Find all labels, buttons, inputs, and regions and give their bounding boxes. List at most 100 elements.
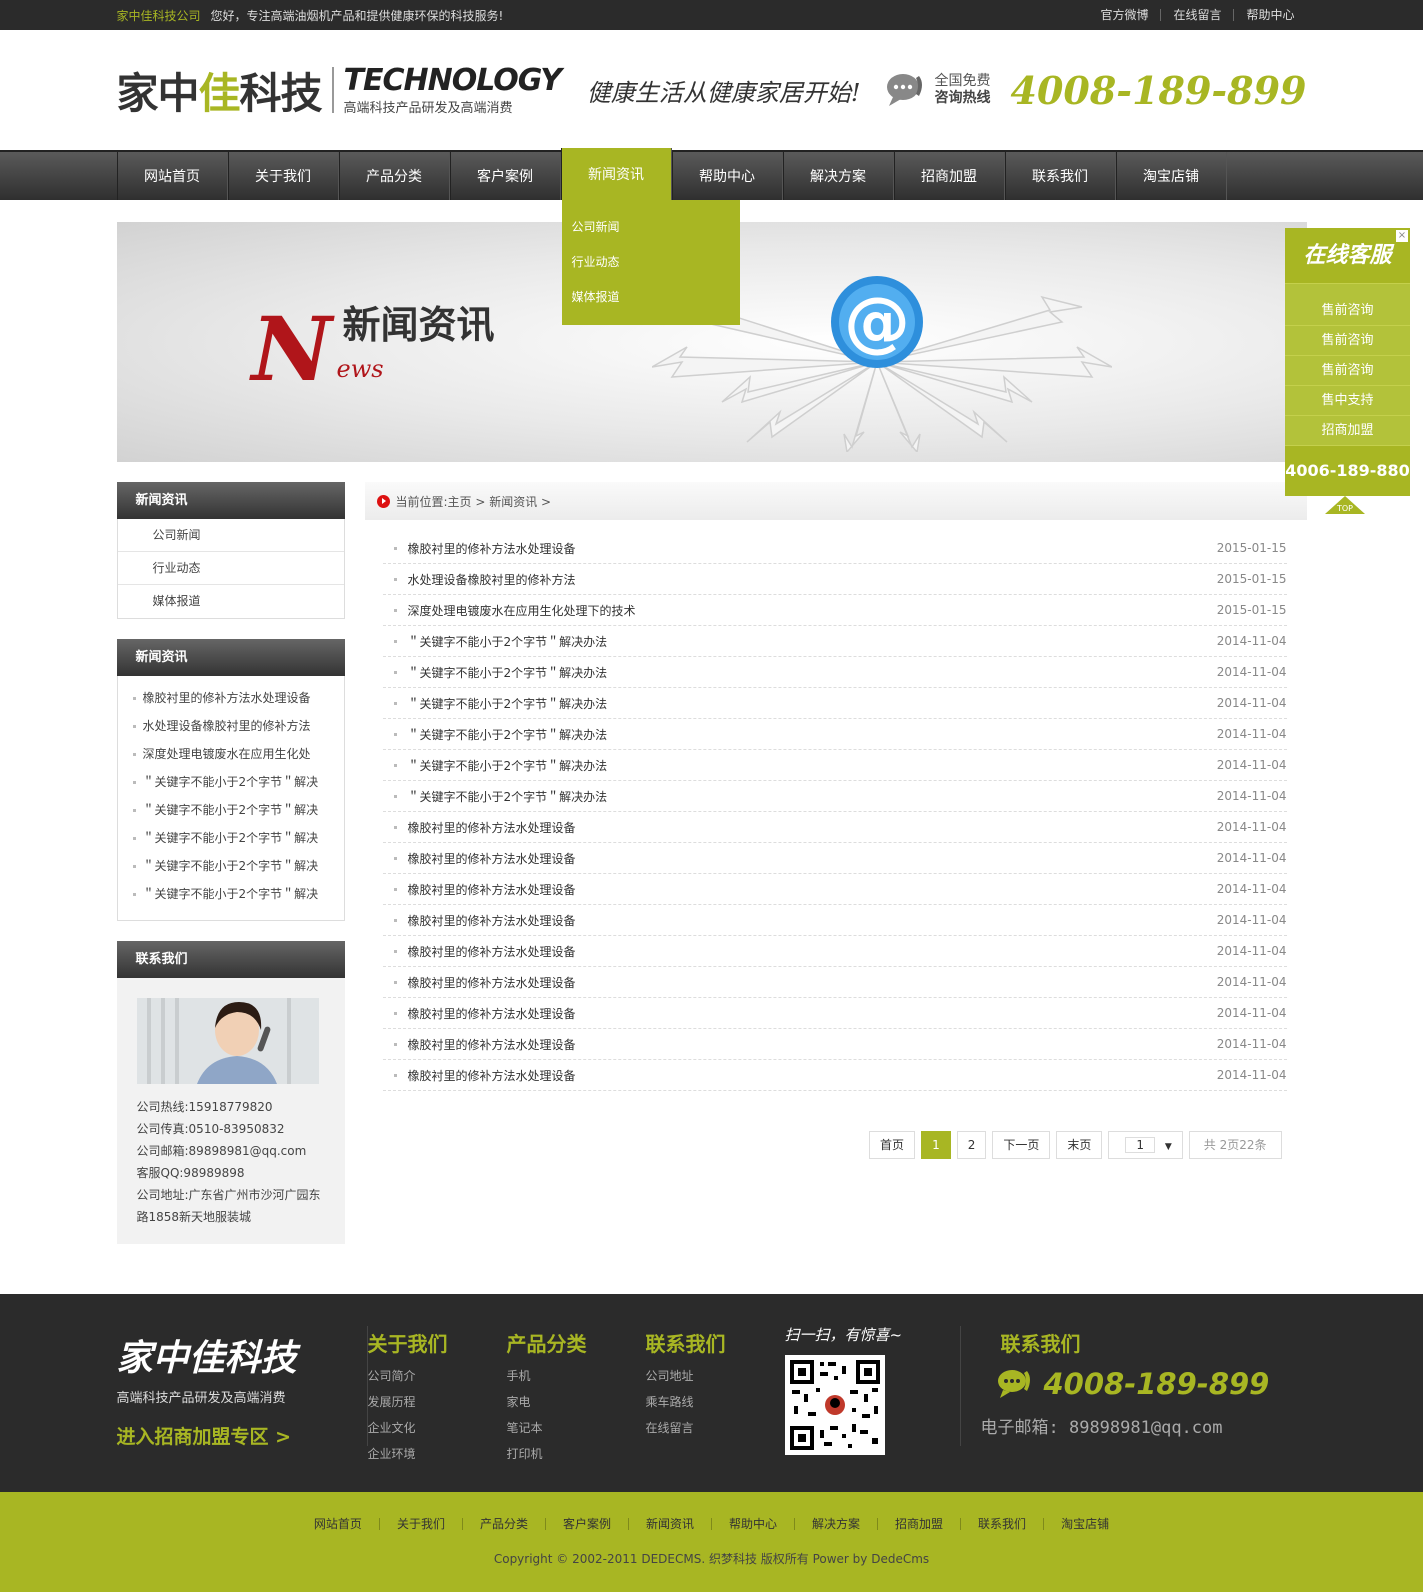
back-to-top-icon[interactable]: TOP bbox=[1325, 496, 1365, 514]
service-franchise[interactable]: 招商加盟 bbox=[1285, 416, 1410, 446]
pager-next[interactable]: 下一页 bbox=[992, 1131, 1051, 1159]
service-presale-2[interactable]: 售前咨询 bbox=[1285, 326, 1410, 356]
side-menu-media-news[interactable]: 媒体报道 bbox=[118, 585, 344, 618]
news-row[interactable]: 橡胶衬里的修补方法水处理设备 2014-11-04 bbox=[382, 998, 1287, 1029]
nav-home[interactable]: 网站首页 bbox=[116, 152, 228, 200]
bottom-link-home[interactable]: 网站首页 bbox=[297, 1518, 379, 1530]
footer: 家中佳科技 高端科技产品研发及高端消费 进入招商加盟专区 > 关于我们 公司简介… bbox=[0, 1294, 1423, 1492]
news-row[interactable]: 水处理设备橡胶衬里的修补方法 2015-01-15 bbox=[382, 564, 1287, 595]
footer-col-title[interactable]: 产品分类 bbox=[507, 1328, 646, 1357]
footer-col-title[interactable]: 联系我们 bbox=[646, 1328, 785, 1357]
news-row[interactable]: ＂关键字不能小于2个字节＂解决办法 2014-11-04 bbox=[382, 626, 1287, 657]
qr-code-icon bbox=[784, 1355, 885, 1455]
footer-link[interactable]: 发展历程 bbox=[368, 1389, 507, 1415]
side-list-item[interactable]: ＂关键字不能小于2个字节＂解决 bbox=[118, 824, 344, 852]
footer-link[interactable]: 企业文化 bbox=[368, 1415, 507, 1441]
nav-contact[interactable]: 联系我们 bbox=[1004, 152, 1116, 200]
sidebar: 新闻资讯 公司新闻 行业动态 媒体报道 新闻资讯 橡胶衬里的修补方法水处理设备 … bbox=[116, 482, 345, 1264]
pager-total: 共 2页22条 bbox=[1188, 1131, 1282, 1159]
side-list-item[interactable]: ＂关键字不能小于2个字节＂解决 bbox=[118, 852, 344, 880]
side-contact: 联系我们 公司热线:15918779820 公司传真:0510-83950832 bbox=[116, 941, 345, 1244]
bottom-link-taobao[interactable]: 淘宝店铺 bbox=[1043, 1518, 1126, 1530]
main-nav: 网站首页 关于我们 产品分类 客户案例 新闻资讯 公司新闻 行业动态 媒体报道 … bbox=[0, 148, 1423, 325]
top-link-message[interactable]: 在线留言 bbox=[1160, 9, 1233, 21]
bottom-link-solutions[interactable]: 解决方案 bbox=[794, 1518, 877, 1530]
contact-qq: 客服QQ:98989898 bbox=[136, 1166, 245, 1180]
service-presale-1[interactable]: 售前咨询 bbox=[1285, 296, 1410, 326]
footer-link[interactable]: 企业环境 bbox=[368, 1441, 507, 1467]
pager-page-1[interactable]: 1 bbox=[921, 1131, 951, 1159]
side-list-item[interactable]: 水处理设备橡胶衬里的修补方法 bbox=[118, 712, 344, 740]
nav-help[interactable]: 帮助中心 bbox=[671, 152, 783, 200]
footer-email: 电子邮箱: 89898981@qq.com bbox=[980, 1418, 1223, 1438]
bottom-link-cases[interactable]: 客户案例 bbox=[544, 1518, 628, 1530]
dropdown-company-news[interactable]: 公司新闻 bbox=[562, 210, 740, 245]
news-row[interactable]: 橡胶衬里的修补方法水处理设备 2015-01-15 bbox=[382, 533, 1287, 564]
close-icon[interactable]: × bbox=[1396, 230, 1408, 242]
nav-about[interactable]: 关于我们 bbox=[227, 152, 339, 200]
news-row[interactable]: ＂关键字不能小于2个字节＂解决办法 2014-11-04 bbox=[382, 657, 1287, 688]
breadcrumb-text[interactable]: 当前位置:主页 > 新闻资讯 > bbox=[396, 493, 552, 510]
footer-link[interactable]: 打印机 bbox=[507, 1441, 646, 1467]
side-list-item[interactable]: 橡胶衬里的修补方法水处理设备 bbox=[118, 684, 344, 712]
footer-col-title[interactable]: 关于我们 bbox=[368, 1328, 507, 1357]
footer-link[interactable]: 公司简介 bbox=[368, 1363, 507, 1389]
news-row[interactable]: ＂关键字不能小于2个字节＂解决办法 2014-11-04 bbox=[382, 750, 1287, 781]
news-row[interactable]: ＂关键字不能小于2个字节＂解决办法 2014-11-04 bbox=[382, 719, 1287, 750]
bottom-link-news[interactable]: 新闻资讯 bbox=[627, 1518, 711, 1530]
bottom-link-about[interactable]: 关于我们 bbox=[378, 1518, 462, 1530]
footer-link[interactable]: 手机 bbox=[507, 1363, 646, 1389]
footer-col-contact: 联系我们 公司地址 乘车路线 在线留言 bbox=[646, 1294, 785, 1492]
footer-link[interactable]: 公司地址 bbox=[646, 1363, 785, 1389]
side-list-item[interactable]: ＂关键字不能小于2个字节＂解决 bbox=[118, 768, 344, 796]
nav-products[interactable]: 产品分类 bbox=[338, 152, 450, 200]
news-row[interactable]: 橡胶衬里的修补方法水处理设备 2014-11-04 bbox=[382, 812, 1287, 843]
top-link-weibo[interactable]: 官方微博 bbox=[1088, 9, 1160, 21]
side-list-item[interactable]: 深度处理电镀废水在应用生化处 bbox=[118, 740, 344, 768]
side-menu-industry-news[interactable]: 行业动态 bbox=[117, 552, 344, 585]
footer-join-link[interactable]: 进入招商加盟专区 > bbox=[117, 1422, 367, 1449]
pager-first[interactable]: 首页 bbox=[869, 1131, 916, 1159]
nav-cases[interactable]: 客户案例 bbox=[449, 152, 561, 200]
footer-link[interactable]: 笔记本 bbox=[507, 1415, 646, 1441]
service-presale-3[interactable]: 售前咨询 bbox=[1285, 356, 1410, 386]
footer-sub: 高端科技产品研发及高端消费 bbox=[116, 1391, 286, 1406]
top-link-help[interactable]: 帮助中心 bbox=[1233, 9, 1306, 21]
nav-taobao[interactable]: 淘宝店铺 bbox=[1115, 152, 1227, 200]
nav-solutions[interactable]: 解决方案 bbox=[782, 152, 894, 200]
news-row[interactable]: 橡胶衬里的修补方法水处理设备 2014-11-04 bbox=[382, 843, 1287, 874]
nav-news[interactable]: 新闻资讯 公司新闻 行业动态 媒体报道 bbox=[560, 148, 740, 325]
side-list-item[interactable]: ＂关键字不能小于2个字节＂解决 bbox=[118, 880, 344, 908]
news-row[interactable]: 橡胶衬里的修补方法水处理设备 2014-11-04 bbox=[382, 1029, 1287, 1060]
news-row[interactable]: 橡胶衬里的修补方法水处理设备 2014-11-04 bbox=[382, 874, 1287, 905]
bottom-link-help[interactable]: 帮助中心 bbox=[711, 1518, 794, 1530]
logo[interactable]: 家中佳科技 TECHNOLOGY 高端科技产品研发及高端消费 bbox=[117, 60, 562, 121]
dropdown-industry-news[interactable]: 行业动态 bbox=[562, 245, 740, 280]
side-menu-company-news[interactable]: 公司新闻 bbox=[117, 519, 344, 552]
side-contact-title: 联系我们 bbox=[116, 941, 345, 978]
bottom-link-contact[interactable]: 联系我们 bbox=[960, 1518, 1043, 1530]
news-row[interactable]: 橡胶衬里的修补方法水处理设备 2014-11-04 bbox=[382, 905, 1287, 936]
pager-page-2[interactable]: 2 bbox=[956, 1131, 987, 1159]
footer-col-about: 关于我们 公司简介 发展历程 企业文化 企业环境 bbox=[368, 1294, 507, 1492]
news-row[interactable]: 橡胶衬里的修补方法水处理设备 2014-11-04 bbox=[382, 967, 1287, 998]
service-support[interactable]: 售中支持 bbox=[1285, 386, 1410, 416]
footer-link[interactable]: 家电 bbox=[507, 1389, 646, 1415]
dropdown-media-news[interactable]: 媒体报道 bbox=[562, 280, 740, 315]
news-row[interactable]: 深度处理电镀废水在应用生化处理下的技术 2015-01-15 bbox=[382, 595, 1287, 626]
contact-address: 公司地址:广东省广州市沙河广园东路1858新天地服装城 bbox=[136, 1188, 321, 1224]
side-list-item[interactable]: ＂关键字不能小于2个字节＂解决 bbox=[118, 796, 344, 824]
footer-link[interactable]: 在线留言 bbox=[646, 1415, 785, 1441]
news-row[interactable]: ＂关键字不能小于2个字节＂解决办法 2014-11-04 bbox=[382, 781, 1287, 812]
bottom-link-franchise[interactable]: 招商加盟 bbox=[877, 1518, 960, 1530]
nav-franchise[interactable]: 招商加盟 bbox=[893, 152, 1005, 200]
news-row[interactable]: 橡胶衬里的修补方法水处理设备 2014-11-04 bbox=[382, 936, 1287, 967]
news-row[interactable]: 橡胶衬里的修补方法水处理设备 2014-11-04 bbox=[382, 1060, 1287, 1091]
news-row[interactable]: ＂关键字不能小于2个字节＂解决办法 2014-11-04 bbox=[382, 688, 1287, 719]
chevron-down-icon: ▼ bbox=[1164, 1142, 1172, 1152]
hotline-number: 4008-189-899 bbox=[1010, 67, 1307, 113]
bottom-link-products[interactable]: 产品分类 bbox=[461, 1518, 545, 1530]
pager-last[interactable]: 末页 bbox=[1056, 1131, 1103, 1159]
footer-link[interactable]: 乘车路线 bbox=[646, 1389, 785, 1415]
pager-select[interactable]: 1 ▼ bbox=[1108, 1131, 1183, 1159]
